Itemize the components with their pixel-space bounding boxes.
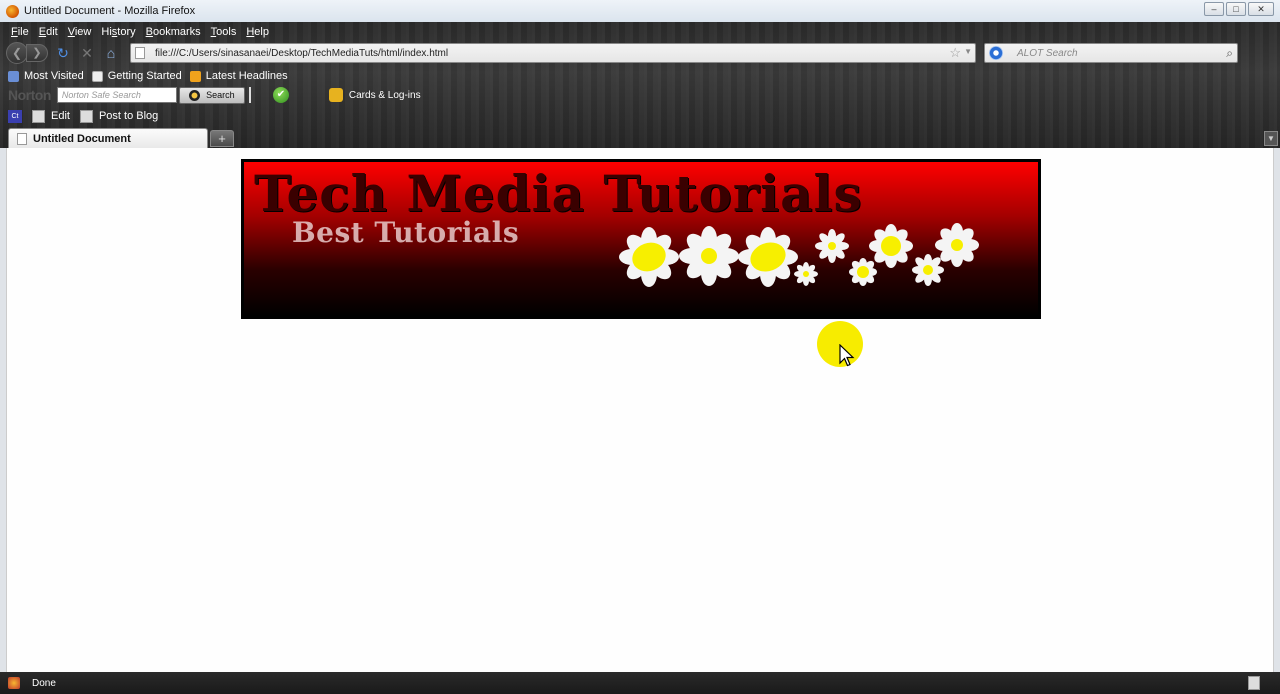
window-titlebar: Untitled Document - Mozilla Firefox – □ … [0,0,1280,22]
page-favicon-icon [135,47,145,59]
flower-4 [794,262,818,286]
window-controls: – □ ✕ [1204,2,1274,16]
post-to-blog-button[interactable]: Post to Blog [79,109,158,123]
norton-search-input[interactable]: Norton Safe Search [56,87,177,103]
flower-3 [738,227,798,287]
menu-tools[interactable]: Tools [206,26,242,38]
maximize-button[interactable]: □ [1226,2,1246,16]
bookmark-latest-headlines[interactable]: Latest Headlines [189,70,288,82]
bookmark-star-icon[interactable]: ☆ [949,45,961,61]
flower-6 [849,258,877,286]
new-tab-button[interactable]: + [210,130,234,147]
edit-button[interactable]: Edit [32,109,70,123]
bookmarks-toolbar: Most Visited Getting Started Latest Head… [8,68,296,84]
norton-search-icon [189,89,201,101]
menu-edit[interactable]: Edit [34,26,63,38]
url-dropdown-icon[interactable]: ▼ [964,47,972,56]
bookmark-getting-started[interactable]: Getting Started [91,70,182,82]
flower-2 [679,226,739,286]
menu-history[interactable]: History [96,26,140,38]
close-button[interactable]: ✕ [1248,2,1274,16]
url-text: file:///C:/Users/sinasanaei/Desktop/Tech… [155,47,449,59]
menu-file[interactable]: File [6,26,34,38]
back-button[interactable]: ❮ [6,42,28,64]
page-icon [91,70,103,82]
flower-5 [815,229,849,263]
tab-page-icon [17,132,27,145]
search-engine-icon[interactable] [989,46,1003,60]
tab-strip: Untitled Document + ▼ [0,128,1280,148]
forward-arrow-icon: ❯ [32,47,42,59]
blog-toolbar: Ct Edit Post to Blog [8,108,168,124]
blog-post-icon [79,109,93,123]
ct-icon[interactable]: Ct [8,109,22,123]
toolbar-divider [248,87,251,103]
menu-view[interactable]: View [63,26,97,38]
search-icon[interactable]: ⌕ [1226,46,1233,61]
mouse-pointer-icon [839,344,855,367]
home-icon[interactable]: ⌂ [100,43,122,63]
window-title: Untitled Document - Mozilla Firefox [24,5,196,17]
forward-button[interactable]: ❯ [26,44,48,62]
resize-grip-icon[interactable] [1248,676,1260,690]
norton-toolbar: Norton Norton Safe Search Search ✔ Cards… [8,86,508,104]
page-content: Tech Media Tutorials Best Tutorials [6,148,1274,672]
back-arrow-icon: ❮ [11,46,23,60]
menubar: File Edit View History Bookmarks Tools H… [6,24,274,40]
firefox-logo-icon [6,4,19,18]
browser-chrome: File Edit View History Bookmarks Tools H… [0,22,1280,148]
url-bar[interactable]: file:///C:/Users/sinasanaei/Desktop/Tech… [130,43,976,63]
flower-8 [912,254,944,286]
checkmark-icon[interactable]: ✔ [272,87,289,103]
norton-search-button[interactable]: Search [178,86,245,104]
firebug-icon[interactable] [8,677,20,689]
status-bar: Done [0,672,1280,694]
lock-icon [328,88,343,102]
tab-list-dropdown-icon[interactable]: ▼ [1264,131,1278,146]
daisy-flowers-graphic [619,223,979,287]
navigation-toolbar: ❮ ❯ ↻ ✕ ⌂ file:///C:/Users/sinasanaei/De… [6,41,1274,65]
rss-feed-icon [189,70,201,82]
stop-icon[interactable]: ✕ [76,43,98,63]
reload-icon[interactable]: ↻ [52,43,74,63]
cards-logins-button[interactable]: Cards & Log-ins [349,90,421,101]
flower-9 [935,223,979,267]
menu-help[interactable]: Help [241,26,274,38]
status-text: Done [32,677,56,689]
minimize-button[interactable]: – [1204,2,1224,16]
search-bar[interactable]: ALOT Search ⌕ [984,43,1238,63]
bookmark-most-visited[interactable]: Most Visited [8,70,84,82]
flower-1 [619,227,679,287]
search-placeholder: ALOT Search [1017,47,1078,59]
tab-untitled-document[interactable]: Untitled Document [8,128,208,148]
norton-logo[interactable]: Norton [8,87,51,103]
site-banner: Tech Media Tutorials Best Tutorials [241,159,1041,319]
most-visited-icon [8,70,19,82]
flower-7 [869,224,913,268]
menu-bookmarks[interactable]: Bookmarks [141,26,206,38]
edit-pencil-icon [32,109,45,123]
